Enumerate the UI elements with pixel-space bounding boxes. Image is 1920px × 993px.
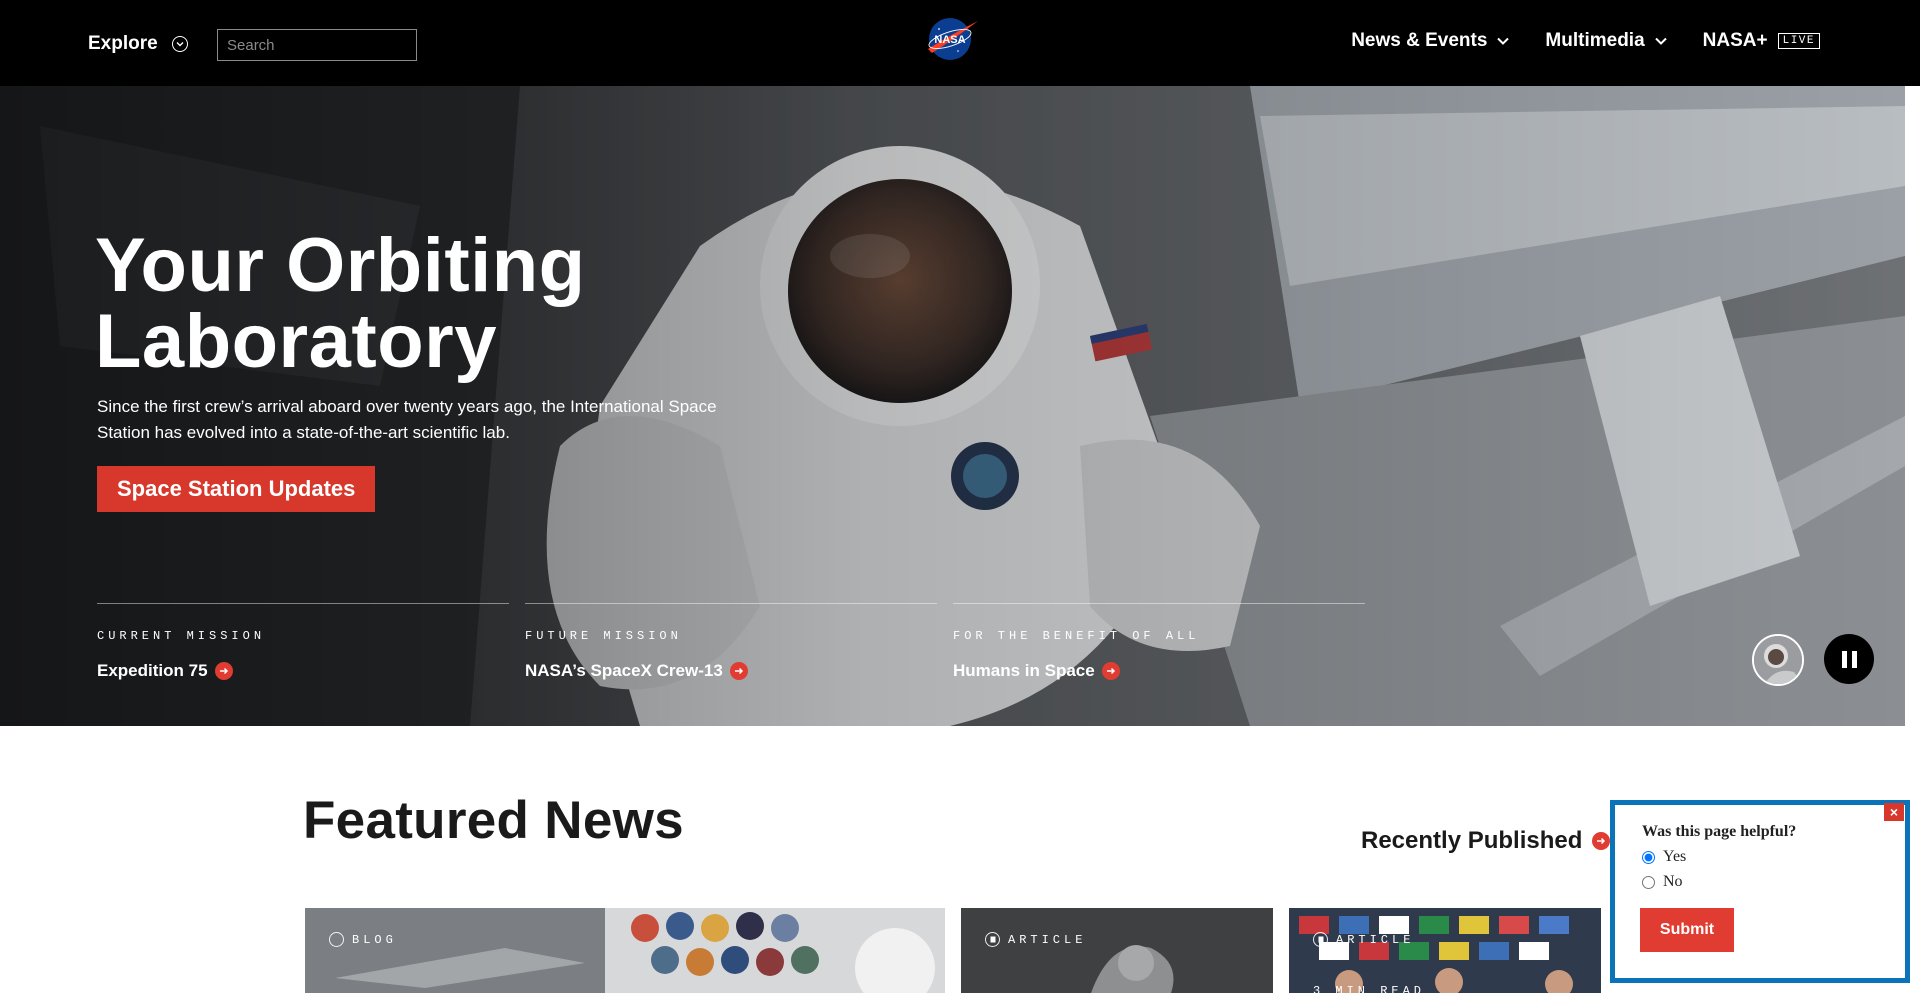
blog-icon: [329, 932, 344, 947]
space-station-updates-button[interactable]: Space Station Updates: [97, 466, 376, 512]
search-input[interactable]: [217, 29, 417, 61]
card-tag: ARTICLE: [985, 932, 1086, 947]
card-tag-label: BLOG: [352, 932, 397, 947]
logo-text: NASA: [934, 34, 965, 46]
hero-title-line-2: Laboratory: [95, 299, 497, 384]
explore-menu[interactable]: Explore: [88, 33, 188, 55]
mission-link-text: NASA’s SpaceX Crew-13: [525, 661, 723, 680]
arrow-right-icon: [1101, 662, 1120, 680]
card-image: [961, 908, 1273, 993]
news-card-article-1[interactable]: ARTICLE: [961, 908, 1273, 993]
card-image: [1289, 908, 1601, 993]
article-icon: [985, 932, 1000, 947]
mission-current: CURRENT MISSION Expedition 75: [97, 603, 509, 681]
feedback-close-button[interactable]: ×: [1884, 803, 1904, 821]
mission-link-text: Humans in Space: [953, 661, 1095, 680]
mission-link-expedition[interactable]: Expedition 75: [97, 661, 509, 681]
close-icon: ×: [1889, 804, 1899, 820]
hero-title: Your Orbiting Laboratory: [95, 228, 586, 380]
mission-link-humans-in-space[interactable]: Humans in Space: [953, 661, 1365, 681]
pause-icon: [1841, 650, 1847, 668]
nav-news-events[interactable]: News & Events: [1351, 30, 1510, 52]
nasa-logo[interactable]: NASA: [924, 15, 980, 63]
feedback-radio-yes[interactable]: [1642, 850, 1655, 864]
card-tag-label: ARTICLE: [1008, 932, 1087, 947]
mission-label: FUTURE MISSION: [525, 629, 682, 643]
chevron-down-icon: [171, 36, 188, 52]
main-nav: News & Events Multimedia NASA+ LIVE: [1351, 30, 1820, 52]
chevron-down-icon: [1654, 37, 1667, 45]
mission-benefit: FOR THE BENEFIT OF ALL Humans in Space: [953, 603, 1365, 681]
arrow-right-icon: [1592, 832, 1611, 850]
nav-multimedia-label: Multimedia: [1545, 30, 1645, 51]
feedback-radio-no[interactable]: [1642, 875, 1655, 889]
pause-button[interactable]: [1824, 634, 1874, 684]
article-icon: [1313, 932, 1328, 947]
news-card-blog[interactable]: BLOG: [305, 908, 945, 993]
mission-label: CURRENT MISSION: [97, 629, 266, 643]
hero-subtitle: Since the first crew’s arrival aboard ov…: [97, 397, 717, 442]
mission-link-text: Expedition 75: [97, 661, 208, 680]
live-badge: LIVE: [1777, 33, 1820, 49]
nav-multimedia[interactable]: Multimedia: [1545, 30, 1667, 52]
feedback-option-no-label: No: [1663, 873, 1683, 890]
chevron-down-icon: [1497, 37, 1510, 45]
mission-link-crew-13[interactable]: NASA’s SpaceX Crew-13: [525, 661, 937, 681]
nav-nasa-plus-label: NASA+: [1702, 30, 1768, 51]
card-image: [305, 908, 945, 993]
recently-published-link[interactable]: Recently Published: [1361, 827, 1611, 855]
feedback-submit-button[interactable]: Submit: [1640, 908, 1734, 952]
feedback-option-yes-label: Yes: [1663, 848, 1687, 865]
feedback-option-yes[interactable]: Yes: [1642, 848, 1905, 866]
hero-section: Your Orbiting Laboratory Since the first…: [0, 86, 1905, 726]
card-tag: ARTICLE: [1313, 932, 1414, 947]
site-header: Explore NASA News & Events Multimedia NA…: [0, 0, 1920, 86]
recently-published-label: Recently Published: [1361, 827, 1583, 854]
mission-future: FUTURE MISSION NASA’s SpaceX Crew-13: [525, 603, 937, 681]
feedback-option-no[interactable]: No: [1642, 873, 1905, 891]
nav-news-events-label: News & Events: [1351, 30, 1488, 51]
mission-label: FOR THE BENEFIT OF ALL: [953, 629, 1200, 643]
arrow-right-icon: [214, 662, 233, 680]
nav-nasa-plus[interactable]: NASA+: [1703, 30, 1768, 52]
hero-title-line-1: Your Orbiting: [95, 223, 586, 308]
featured-news-title: Featured News: [303, 791, 684, 850]
card-tag: BLOG: [329, 932, 397, 947]
feedback-widget: Was this page helpful? Yes No Submit: [1610, 800, 1910, 983]
arrow-right-icon: [729, 662, 748, 680]
hero-thumbnail[interactable]: [1752, 634, 1804, 686]
explore-label: Explore: [88, 33, 158, 54]
feedback-question: Was this page helpful?: [1642, 823, 1797, 840]
card-tag-label: ARTICLE: [1336, 932, 1415, 947]
news-card-article-2[interactable]: ARTICLE 3 MIN READ: [1289, 908, 1601, 993]
card-read-time: 3 MIN READ: [1313, 984, 1426, 993]
